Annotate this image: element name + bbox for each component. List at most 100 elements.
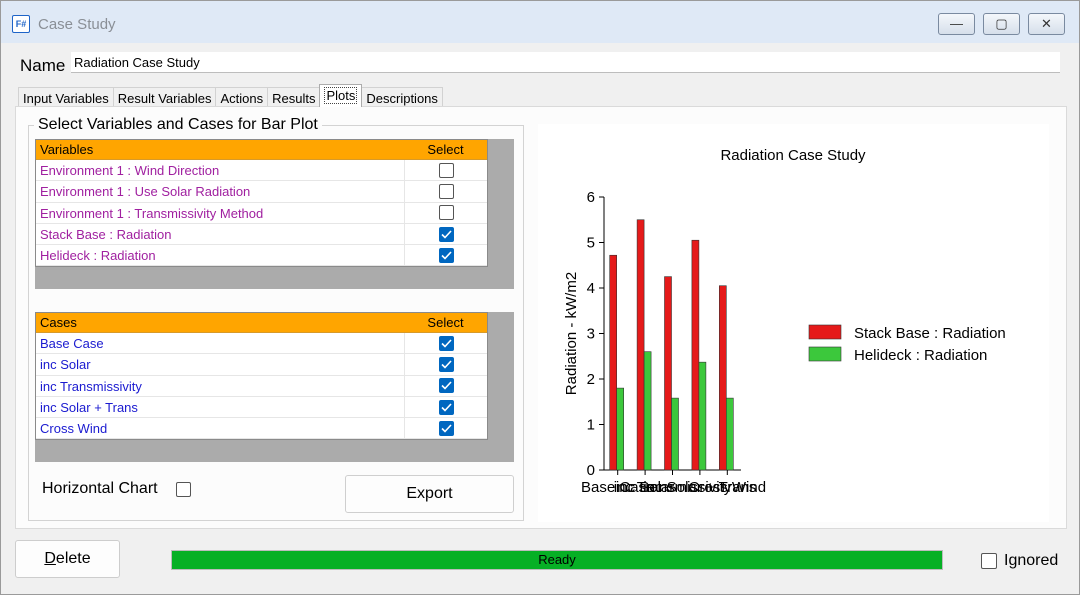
legend-label: Helideck : Radiation bbox=[854, 347, 987, 364]
select-cell bbox=[404, 396, 487, 418]
window-title: Case Study bbox=[38, 16, 116, 33]
tab-plots[interactable]: Plots bbox=[319, 84, 363, 107]
row-label: Environment 1 : Transmissivity Method bbox=[40, 205, 264, 221]
legend-swatch bbox=[808, 346, 842, 362]
select-checkbox[interactable] bbox=[438, 226, 454, 242]
legend-label: Stack Base : Radiation bbox=[854, 325, 1006, 342]
delete-mnemonic: D bbox=[44, 550, 56, 567]
select-checkbox[interactable] bbox=[438, 247, 454, 263]
minimize-button[interactable]: — bbox=[938, 13, 975, 35]
row-label: inc Solar + Trans bbox=[40, 399, 138, 415]
select-checkbox[interactable] bbox=[438, 378, 454, 394]
y-tick-label: 1 bbox=[587, 417, 595, 434]
status-text: Ready bbox=[538, 552, 576, 567]
table-row[interactable]: inc Solar + Trans bbox=[36, 396, 487, 419]
tab-label: Descriptions bbox=[366, 91, 438, 106]
select-cell bbox=[404, 333, 487, 354]
y-axis-label: Radiation - kW/m2 bbox=[563, 272, 580, 395]
table-row[interactable]: Environment 1 : Transmissivity Method bbox=[36, 202, 487, 224]
table-row[interactable]: inc Transmissivity bbox=[36, 375, 487, 397]
select-checkbox[interactable] bbox=[438, 205, 454, 221]
tab-results[interactable]: Results bbox=[267, 87, 321, 107]
select-column-header[interactable]: Select bbox=[404, 140, 487, 159]
select-cell bbox=[404, 354, 487, 375]
chart-title: Radiation Case Study bbox=[720, 147, 866, 164]
select-checkbox[interactable] bbox=[438, 335, 454, 351]
y-tick-label: 4 bbox=[587, 280, 595, 297]
table-row[interactable]: inc Solar bbox=[36, 354, 487, 376]
select-cell bbox=[404, 418, 487, 439]
variables-rows: Environment 1 : Wind Direction Environmen… bbox=[36, 160, 487, 267]
ignored-checkbox[interactable] bbox=[981, 553, 997, 569]
row-label: Base Case bbox=[40, 336, 104, 351]
row-label: Environment 1 : Use Solar Radiation bbox=[40, 184, 251, 200]
table-row[interactable]: Stack Base : Radiation bbox=[36, 223, 487, 246]
legend-swatch bbox=[808, 324, 842, 340]
tab-input-variables[interactable]: Input Variables bbox=[18, 87, 114, 107]
status-progress-bar: Ready bbox=[171, 550, 943, 570]
name-label: Name bbox=[20, 56, 66, 75]
export-button[interactable]: Export bbox=[345, 475, 514, 513]
tab-label: Input Variables bbox=[23, 91, 109, 106]
table-row[interactable]: Cross Wind bbox=[36, 418, 487, 440]
title-bar[interactable]: F# Case Study — ▢ ✕ bbox=[1, 1, 1079, 43]
table-row[interactable]: Environment 1 : Wind Direction bbox=[36, 160, 487, 182]
table-row[interactable]: Base Case bbox=[36, 333, 487, 355]
tab-result-variables[interactable]: Result Variables bbox=[112, 87, 217, 107]
tab-strip: Input Variables Result Variables Actions Re… bbox=[18, 84, 443, 107]
bar-helideck bbox=[671, 397, 679, 471]
tab-label: Results bbox=[272, 91, 316, 106]
variables-column-header[interactable]: Variables bbox=[36, 140, 404, 159]
select-checkbox[interactable] bbox=[438, 399, 454, 415]
bar-helideck bbox=[726, 397, 734, 471]
variables-grid-header: Variables Select bbox=[36, 140, 487, 160]
select-checkbox[interactable] bbox=[438, 420, 454, 436]
row-label: Helideck : Radiation bbox=[40, 248, 156, 264]
row-label: Cross Wind bbox=[40, 421, 108, 437]
row-label: inc Solar bbox=[40, 357, 91, 373]
select-column-header[interactable]: Select bbox=[404, 313, 487, 332]
y-tick-label: 0 bbox=[587, 462, 595, 479]
horizontal-chart-label[interactable]: Horizontal Chart bbox=[42, 480, 158, 498]
tab-label: Plots bbox=[324, 87, 358, 104]
bar-helideck bbox=[616, 387, 624, 471]
ignored-label[interactable]: Ignored bbox=[1004, 552, 1058, 570]
tab-actions[interactable]: Actions bbox=[215, 87, 269, 107]
tab-label: Result Variables bbox=[117, 91, 212, 106]
delete-button[interactable]: Delete bbox=[15, 540, 120, 578]
cases-column-header[interactable]: Cases bbox=[36, 313, 404, 332]
select-checkbox[interactable] bbox=[438, 162, 454, 178]
cases-grid[interactable]: Cases Select Base Case inc Solar inc Trans… bbox=[35, 312, 514, 462]
row-label: Environment 1 : Wind Direction bbox=[40, 163, 220, 178]
bar-chart: Radiation Case Study 0 1 2 3 4 5 6 Radiation - k… bbox=[563, 147, 1006, 496]
bar-stack-base bbox=[636, 219, 645, 471]
bar-helideck bbox=[643, 351, 652, 471]
select-checkbox[interactable] bbox=[438, 356, 454, 372]
maximize-button[interactable]: ▢ bbox=[983, 13, 1020, 35]
select-checkbox[interactable] bbox=[438, 183, 454, 199]
table-row[interactable]: Helideck : Radiation bbox=[36, 245, 487, 267]
cases-rows: Base Case inc Solar inc Transmissivity inc … bbox=[36, 333, 487, 440]
variables-grid[interactable]: Variables Select Environment 1 : Wind Di… bbox=[35, 139, 514, 289]
horizontal-chart-checkbox[interactable] bbox=[176, 482, 191, 497]
name-input[interactable] bbox=[71, 52, 1060, 73]
select-cell bbox=[404, 181, 487, 202]
y-tick-label: 2 bbox=[587, 371, 595, 388]
bar-stack-base bbox=[609, 254, 617, 471]
y-tick-label: 5 bbox=[587, 235, 595, 252]
y-tick-label: 3 bbox=[587, 326, 595, 343]
tab-label: Actions bbox=[220, 91, 264, 106]
delete-label-rest: elete bbox=[55, 550, 91, 567]
row-label: inc Transmissivity bbox=[40, 378, 142, 394]
app-icon: F# bbox=[12, 15, 30, 33]
select-cell bbox=[404, 245, 487, 266]
bar-stack-base bbox=[719, 285, 727, 471]
select-cell bbox=[404, 160, 487, 181]
close-button[interactable]: ✕ bbox=[1028, 13, 1065, 35]
bar-stack-base bbox=[664, 276, 672, 471]
bar-helideck bbox=[698, 361, 707, 471]
table-row[interactable]: Environment 1 : Use Solar Radiation bbox=[36, 181, 487, 203]
case-study-window: F# Case Study — ▢ ✕ Name Input Variables… bbox=[0, 0, 1080, 595]
tab-descriptions[interactable]: Descriptions bbox=[361, 87, 443, 107]
groupbox-title: Select Variables and Cases for Bar Plot bbox=[34, 116, 322, 134]
